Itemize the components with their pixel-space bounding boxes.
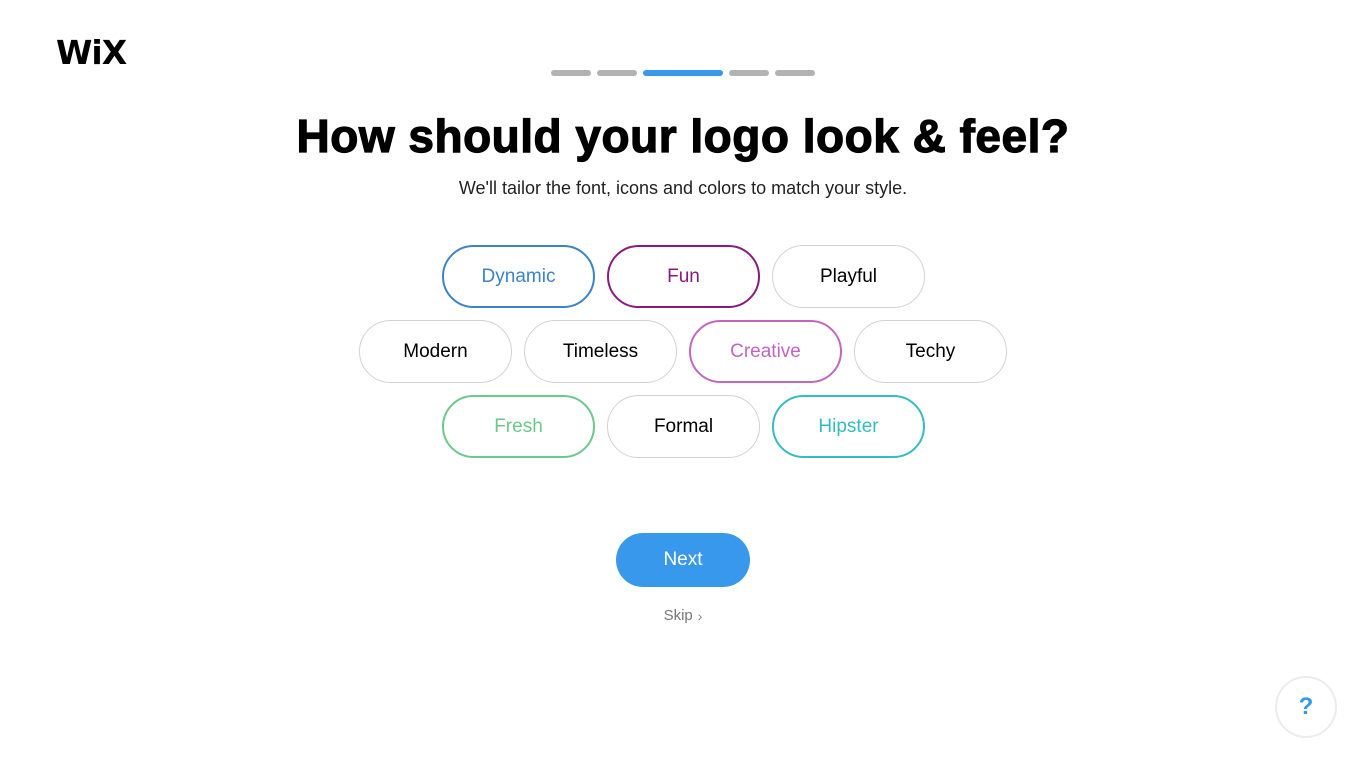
style-chip-creative[interactable]: Creative xyxy=(689,320,842,383)
style-chip-timeless[interactable]: Timeless xyxy=(524,320,677,383)
chevron-right-icon: › xyxy=(697,608,703,624)
progress-indicator xyxy=(551,70,815,76)
style-chip-fun[interactable]: Fun xyxy=(607,245,760,308)
chip-label: Formal xyxy=(653,415,714,437)
page-title: How should your logo look & feel? xyxy=(296,109,1070,162)
skip-label: Skip xyxy=(663,607,693,624)
chip-label: Fresh xyxy=(494,415,543,437)
chip-label: Techy xyxy=(905,340,956,362)
progress-step-4 xyxy=(729,70,769,76)
help-button[interactable]: ? xyxy=(1275,676,1337,738)
chip-label: Modern xyxy=(403,340,468,362)
style-chip-techy[interactable]: Techy xyxy=(854,320,1007,383)
chip-label: Playful xyxy=(819,265,878,287)
progress-step-1 xyxy=(551,70,591,76)
style-chip-formal[interactable]: Formal xyxy=(607,395,760,458)
page-subtitle: We'll tailor the font, icons and colors … xyxy=(458,178,908,198)
chip-label: Dynamic xyxy=(481,265,556,287)
chip-label: Hipster xyxy=(818,415,879,437)
skip-link[interactable]: Skip › xyxy=(664,606,703,626)
style-chip-modern[interactable]: Modern xyxy=(359,320,512,383)
style-chip-hipster[interactable]: Hipster xyxy=(772,395,925,458)
style-chip-fresh[interactable]: Fresh xyxy=(442,395,595,458)
progress-step-5 xyxy=(775,70,815,76)
chip-label: Timeless xyxy=(562,340,639,362)
skip-row: Skip › xyxy=(0,606,1366,626)
progress-step-2 xyxy=(597,70,637,76)
next-button[interactable]: Next xyxy=(616,533,750,587)
page: WiX How should your logo look & feel? We… xyxy=(0,0,1366,768)
chip-label: Creative xyxy=(730,340,801,362)
wix-logo[interactable]: WiX xyxy=(56,33,127,73)
chip-label: Fun xyxy=(667,265,700,287)
style-chip-playful[interactable]: Playful xyxy=(772,245,925,308)
style-chip-dynamic[interactable]: Dynamic xyxy=(442,245,595,308)
progress-step-3-current xyxy=(643,70,723,76)
help-icon: ? xyxy=(1298,693,1314,720)
